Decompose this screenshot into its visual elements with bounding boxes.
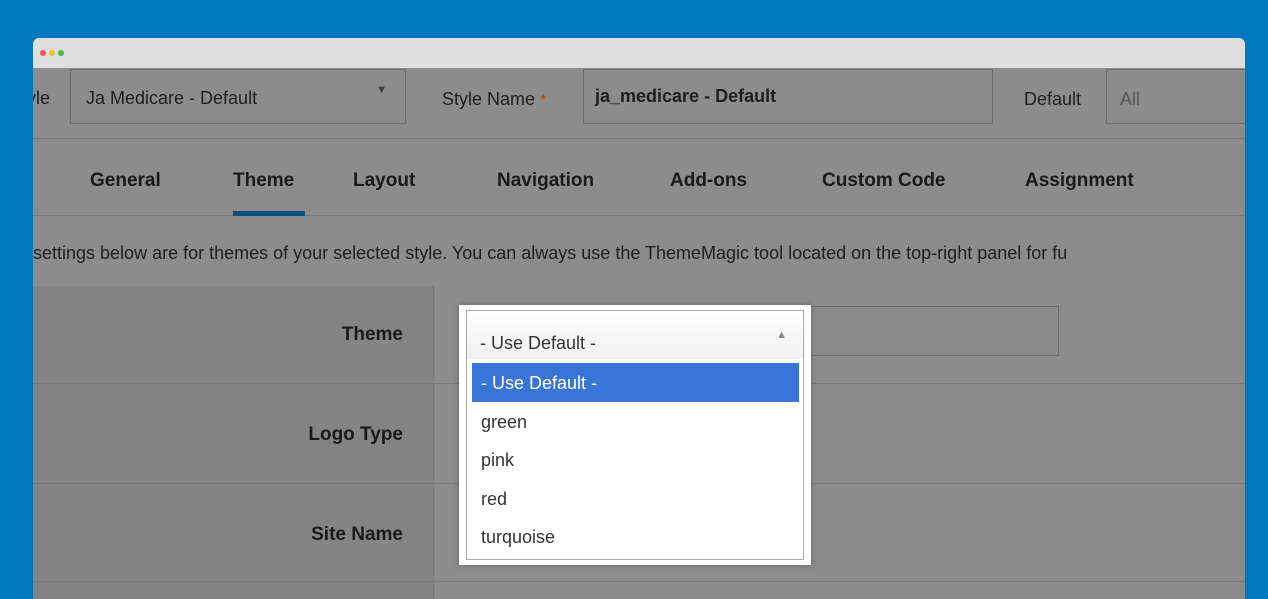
theme-option-pink[interactable]: pink [472,440,799,479]
browser-titlebar [33,38,1245,68]
theme-options-list: - Use Default - green pink red turquoise [472,363,799,556]
tab-navigation[interactable]: Navigation [497,170,594,192]
default-select[interactable]: All [1106,69,1245,124]
row-divider [33,581,1245,582]
site-name-input[interactable] [809,306,1059,356]
tab-layout[interactable]: Layout [353,170,415,192]
theme-option-green[interactable]: green [472,402,799,441]
tab-general[interactable]: General [90,170,161,192]
tab-add-ons[interactable]: Add-ons [670,170,747,192]
theme-dropdown-popup: - Use Default - ▲ - Use Default - green … [459,305,811,565]
style-select[interactable]: Ja Medicare - Default ▼ [70,69,406,124]
close-window-dot-icon[interactable] [40,50,46,56]
form-divider [433,286,434,599]
style-bar: yle Ja Medicare - Default ▼ Style Name *… [33,68,1245,138]
chevron-down-icon: ▼ [376,84,387,96]
theme-option-use-default[interactable]: - Use Default - [472,363,799,402]
required-mark: * [540,92,547,109]
theme-select-box[interactable]: - Use Default - ▲ [467,311,803,359]
chevron-up-icon: ▲ [776,329,787,341]
tab-assignment[interactable]: Assignment [1025,170,1134,192]
settings-tabs: General Theme Layout Navigation Add-ons … [33,138,1245,216]
minimize-window-dot-icon[interactable] [49,50,55,56]
style-name-label: Style Name * [442,89,546,110]
style-name-input[interactable]: ja_medicare - Default [583,69,993,124]
style-label: yle [33,88,51,108]
description-text: settings below are for themes of your se… [33,243,1068,263]
style-select-value: Ja Medicare - Default [86,88,258,108]
theme-select: - Use Default - ▲ - Use Default - green … [466,310,804,560]
style-name-label-text: Style Name [442,89,536,109]
tab-theme[interactable]: Theme [233,170,294,192]
maximize-window-dot-icon[interactable] [58,50,64,56]
tab-custom-code[interactable]: Custom Code [822,170,946,192]
theme-label: Theme [341,324,403,345]
logo-type-label: Logo Type [308,424,403,445]
default-select-value: All [1120,89,1141,109]
theme-description: settings below are for themes of your se… [33,216,1245,286]
style-name-value: ja_medicare - Default [595,86,777,106]
theme-option-red[interactable]: red [472,479,799,518]
default-label: Default [1024,89,1082,109]
site-name-label: Site Name [311,524,403,545]
theme-option-turquoise[interactable]: turquoise [472,517,799,556]
theme-select-value: - Use Default - [480,333,597,353]
